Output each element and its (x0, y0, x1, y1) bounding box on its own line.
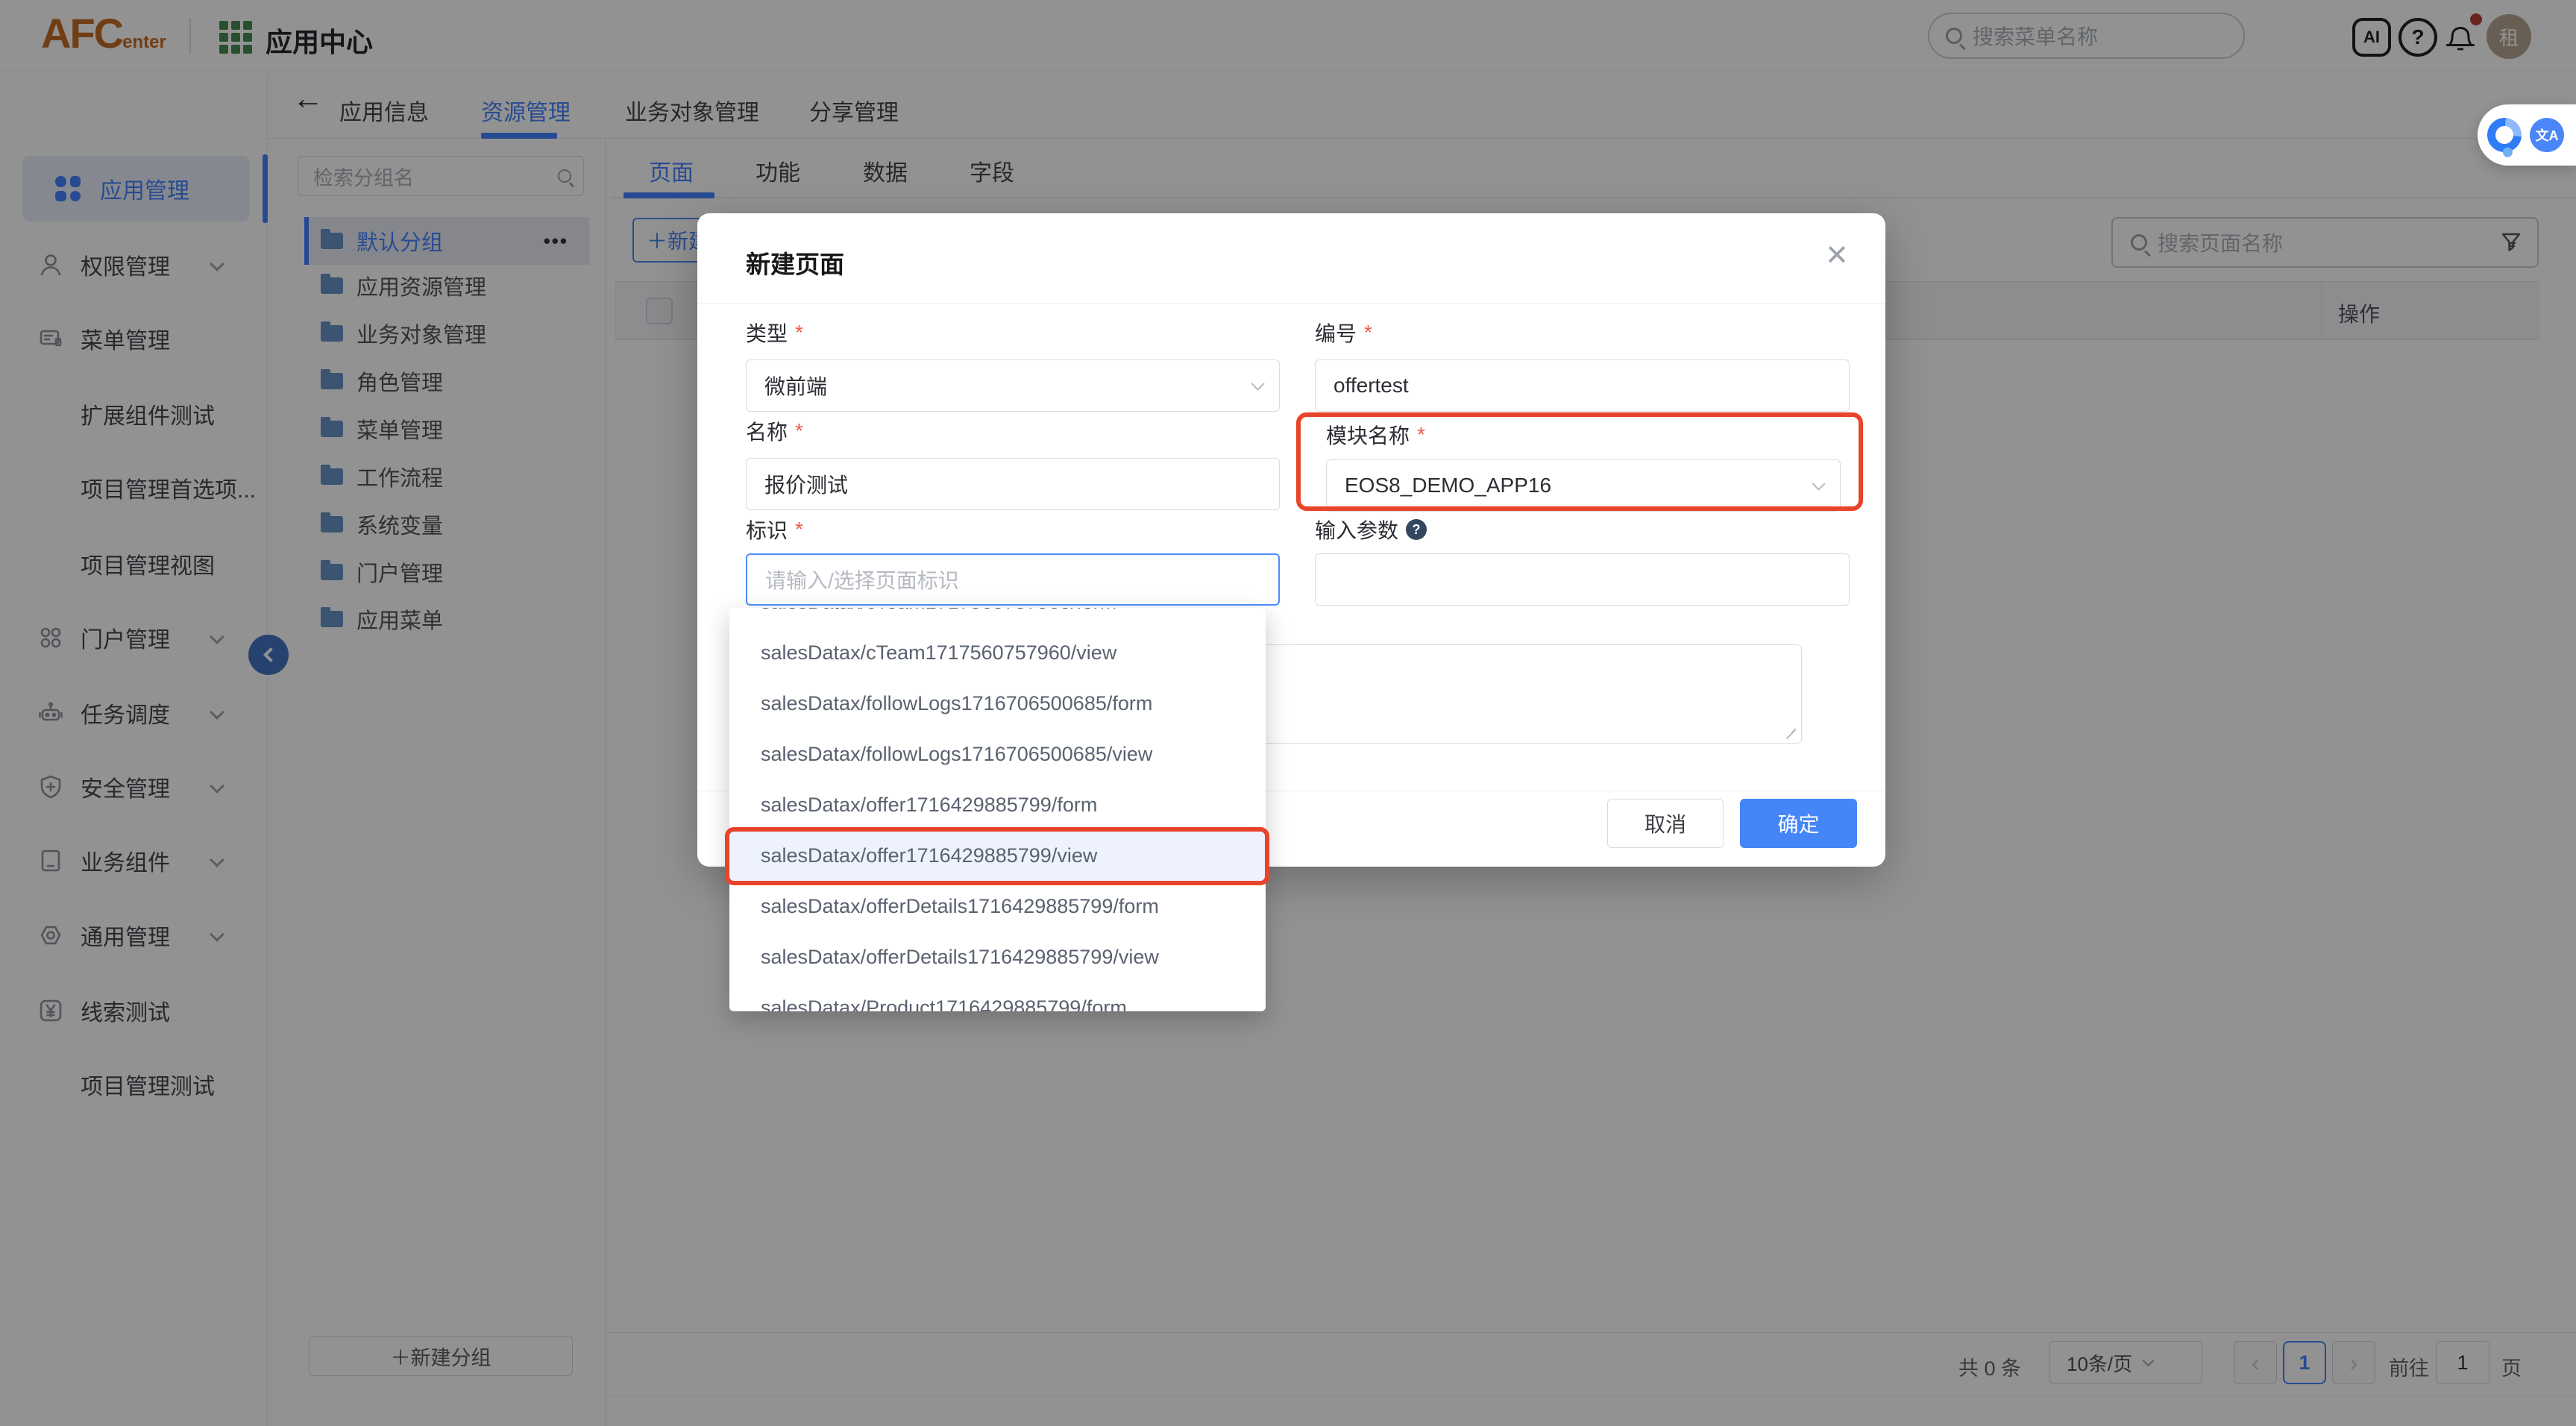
chevron-down-icon (1251, 377, 1264, 390)
modal-header-divider (697, 303, 1885, 304)
dropdown-option[interactable]: salesDatax/followLogs1716706500685/form (729, 678, 1266, 729)
help-question-icon[interactable]: ? (1406, 519, 1427, 540)
required-mark: * (795, 419, 803, 443)
identifier-dropdown: salesDatax/cTeam1717560757960/form sales… (729, 608, 1266, 1011)
required-mark: * (1417, 423, 1425, 447)
params-label: 输入参数 ? (1315, 515, 1427, 544)
identifier-placeholder: 请输入/选择页面标识 (765, 565, 959, 594)
module-value: EOS8_DEMO_APP16 (1345, 474, 1551, 497)
type-label: 类型* (746, 318, 803, 348)
name-value: 报价测试 (764, 469, 848, 499)
module-select[interactable]: EOS8_DEMO_APP16 (1326, 459, 1841, 512)
dropdown-option-selected[interactable]: salesDatax/offer1716429885799/view (729, 830, 1266, 881)
confirm-button[interactable]: 确定 (1740, 799, 1857, 848)
chevron-down-icon (1812, 477, 1825, 490)
dropdown-option[interactable]: salesDatax/cTeam1717560757960/view (729, 627, 1266, 678)
identifier-input[interactable]: 请输入/选择页面标识 (746, 553, 1280, 606)
dropdown-option[interactable]: salesDatax/offer1716429885799/form (729, 779, 1266, 830)
dropdown-option[interactable]: salesDatax/offerDetails1716429885799/vie… (729, 932, 1266, 982)
translate-icon[interactable]: 文A (2530, 118, 2564, 152)
modal-title: 新建页面 (746, 245, 844, 280)
resize-handle-icon[interactable] (1783, 725, 1797, 738)
dropdown-option[interactable]: salesDatax/cTeam1717560757960/form (729, 608, 1266, 627)
extension-logo-icon[interactable] (2481, 111, 2529, 160)
cancel-button[interactable]: 取消 (1607, 799, 1724, 848)
module-label: 模块名称* (1326, 420, 1425, 450)
close-icon[interactable]: ✕ (1825, 239, 1849, 272)
required-mark: * (795, 518, 803, 541)
required-mark: * (795, 321, 803, 345)
dropdown-option[interactable]: salesDatax/Product1716429885799/form (729, 982, 1266, 1011)
code-input[interactable]: offertest (1315, 359, 1850, 412)
dropdown-option[interactable]: salesDatax/offerDetails1716429885799/for… (729, 881, 1266, 932)
type-select[interactable]: 微前端 (746, 359, 1280, 412)
identifier-label: 标识* (746, 515, 803, 544)
dropdown-option[interactable]: salesDatax/followLogs1716706500685/view (729, 729, 1266, 779)
params-input[interactable] (1315, 553, 1850, 606)
name-input[interactable]: 报价测试 (746, 458, 1280, 510)
required-mark: * (1364, 321, 1372, 345)
code-value: offertest (1333, 374, 1409, 398)
code-label: 编号* (1315, 318, 1372, 348)
type-value: 微前端 (764, 371, 827, 401)
name-label: 名称* (746, 416, 803, 446)
extension-toolbar: 文A (2478, 104, 2576, 166)
